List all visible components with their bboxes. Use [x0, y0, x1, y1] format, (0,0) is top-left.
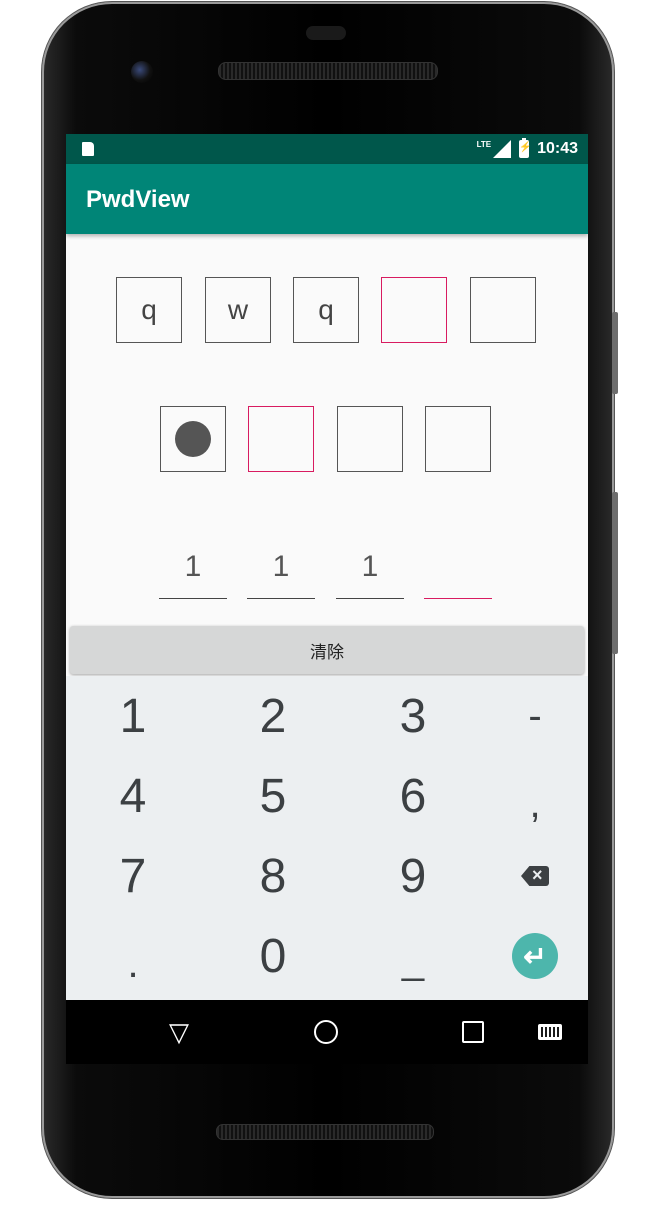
recents-icon[interactable]: [453, 1014, 493, 1050]
proximity-sensor: [306, 26, 346, 40]
pwd-underline-3: [336, 598, 404, 599]
volume-button: [612, 492, 618, 654]
backspace-icon: ×: [521, 866, 549, 886]
back-icon[interactable]: ▽: [159, 1014, 199, 1050]
lte-label: LTE: [476, 139, 492, 149]
pwd-underline-2: [247, 598, 315, 599]
app-title: PwdView: [86, 186, 190, 213]
pwd-rect-box-4[interactable]: [381, 277, 447, 343]
navigation-bar: ▽: [66, 1000, 588, 1064]
key-5[interactable]: 5: [208, 756, 338, 836]
sd-card-icon: [82, 142, 94, 156]
pwd-rect-char: w: [227, 294, 249, 325]
pwd-underline-char-1[interactable]: 1: [159, 547, 227, 587]
numeric-keyboard: 1 2 3 - 4 5 6 , 7 8 9 × . 0 _ ↵: [66, 676, 588, 1000]
pwd-rect-box-2[interactable]: w: [205, 277, 271, 343]
key-dash[interactable]: -: [470, 676, 588, 756]
status-icons: LTE 10:43: [477, 138, 578, 160]
status-time: 10:43: [537, 140, 578, 157]
key-0[interactable]: 0: [208, 916, 338, 996]
pwd-underline-char-4[interactable]: [424, 547, 492, 587]
screen: LTE 10:43 PwdView q w q 1 1 1 清除 1 2 3 -…: [66, 134, 588, 1000]
key-3[interactable]: 3: [348, 676, 478, 756]
battery-charging-icon: [519, 138, 530, 158]
key-9[interactable]: 9: [348, 836, 478, 916]
pwd-underline-char-2[interactable]: 1: [247, 547, 315, 587]
pwd-dot-box-1[interactable]: [160, 406, 226, 472]
pwd-rect-char: q: [318, 294, 334, 325]
key-7[interactable]: 7: [68, 836, 198, 916]
app-bar: PwdView: [66, 164, 588, 234]
pwd-rect-box-1[interactable]: q: [116, 277, 182, 343]
front-camera: [131, 61, 153, 83]
pwd-dot-box-3[interactable]: [337, 406, 403, 472]
pwd-rect-box-5[interactable]: [470, 277, 536, 343]
power-button: [612, 312, 618, 394]
key-period[interactable]: .: [68, 924, 198, 1000]
lte-signal-icon: [493, 140, 512, 158]
pwd-rect-char: q: [141, 294, 157, 325]
key-2[interactable]: 2: [208, 676, 338, 756]
key-6[interactable]: 6: [348, 756, 478, 836]
backspace-key[interactable]: ×: [470, 836, 588, 916]
key-4[interactable]: 4: [68, 756, 198, 836]
clear-button[interactable]: 清除: [70, 626, 584, 674]
key-1[interactable]: 1: [68, 676, 198, 756]
enter-icon: ↵: [512, 933, 558, 979]
key-underscore[interactable]: _: [348, 920, 478, 1000]
pwd-underline-1: [159, 598, 227, 599]
home-icon[interactable]: [306, 1014, 346, 1050]
pwd-dot: [175, 421, 211, 457]
status-bar: LTE 10:43: [66, 134, 588, 164]
pwd-dot-box-4[interactable]: [425, 406, 491, 472]
key-comma[interactable]: ,: [470, 764, 588, 844]
earpiece-speaker: [218, 62, 438, 80]
pwd-underline-4: [424, 598, 492, 599]
enter-key[interactable]: ↵: [470, 916, 588, 996]
key-8[interactable]: 8: [208, 836, 338, 916]
keyboard-icon[interactable]: [530, 1014, 570, 1050]
pwd-rect-box-3[interactable]: q: [293, 277, 359, 343]
pwd-dot-box-2[interactable]: [248, 406, 314, 472]
pwd-underline-char-3[interactable]: 1: [336, 547, 404, 587]
bottom-speaker: [216, 1124, 434, 1140]
